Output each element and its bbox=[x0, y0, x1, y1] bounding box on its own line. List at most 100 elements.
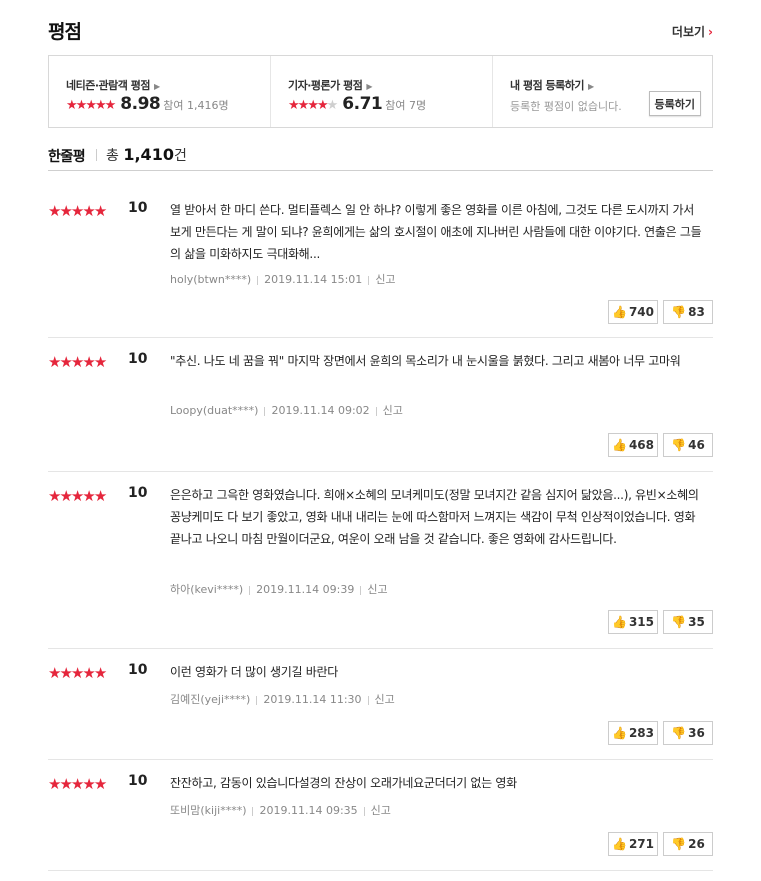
review-text: 은은하고 그윽한 영화였습니다. 희애×소혜의 모녀케미도(정말 모녀지간 같음… bbox=[170, 488, 699, 546]
report-link[interactable]: 신고 bbox=[383, 404, 403, 417]
star-icon: ★ bbox=[59, 775, 73, 793]
star-icon: ★ bbox=[82, 775, 96, 793]
review-text: 잔잔하고, 감동이 있습니다설경의 잔상이 오래가네요군더더기 없는 영화 bbox=[170, 776, 517, 790]
thumb-down-icon: 👎 bbox=[671, 305, 687, 319]
caret-right-icon: ▶ bbox=[588, 82, 594, 91]
review-user[interactable]: 김예진(yeji****) bbox=[170, 693, 250, 706]
review-item: ★★★★★ 10 이런 영화가 더 많이 생기길 바란다 김예진(yeji***… bbox=[48, 649, 713, 760]
dislike-button[interactable]: 👎 36 bbox=[663, 721, 713, 745]
caret-right-icon: ▶ bbox=[153, 82, 160, 91]
more-label: 더보기 bbox=[671, 25, 706, 39]
star-icon: ★ bbox=[70, 353, 85, 371]
star-half-icon: ★ bbox=[104, 98, 117, 113]
divider bbox=[96, 149, 97, 161]
review-date: 2019.11.14 09:02 bbox=[271, 404, 370, 417]
star-icon: ★ bbox=[93, 353, 108, 371]
star-icon: ★ bbox=[93, 202, 108, 220]
star-icon: ★ bbox=[93, 487, 108, 505]
review-meta: 하아(kevi****) 2019.11.14 09:39 신고 bbox=[170, 581, 388, 597]
rating-summary-box: 네티즌·관람객 평점 ▶ ★★★★★ 8.98 참여 1,416명 기자·평론가 평점… bbox=[48, 55, 713, 128]
review-date: 2019.11.14 09:35 bbox=[259, 804, 358, 817]
star-half-icon: ★ bbox=[316, 98, 329, 113]
review-score: 10 bbox=[128, 351, 148, 367]
dislike-button[interactable]: 👎 83 bbox=[663, 300, 713, 324]
star-icon: ★ bbox=[59, 487, 73, 505]
section-header: 평점 더보기 › bbox=[48, 0, 713, 56]
star-icon: ★ bbox=[82, 202, 96, 220]
star-icon: ★ bbox=[93, 664, 108, 682]
dislike-button[interactable]: 👎 46 bbox=[663, 433, 713, 457]
star-icon: ★ bbox=[297, 98, 310, 113]
report-link[interactable]: 신고 bbox=[375, 273, 395, 286]
audience-count: 참여 1,416명 bbox=[163, 99, 229, 112]
review-user[interactable]: holy(btwn****) bbox=[170, 273, 251, 286]
star-icon: ★ bbox=[82, 664, 96, 682]
report-link[interactable]: 신고 bbox=[371, 804, 391, 817]
report-link[interactable]: 신고 bbox=[367, 583, 387, 596]
report-link[interactable]: 신고 bbox=[375, 693, 395, 706]
like-button[interactable]: 👍 468 bbox=[608, 433, 658, 457]
thumb-down-icon: 👎 bbox=[671, 726, 687, 740]
divider bbox=[252, 806, 254, 816]
review-stars: ★★★★★ bbox=[48, 486, 108, 505]
register-rating-button[interactable]: 등록하기 bbox=[648, 91, 701, 116]
like-button[interactable]: 👍 740 bbox=[608, 300, 658, 324]
review-date: 2019.11.14 15:01 bbox=[264, 273, 363, 286]
star-icon: ★ bbox=[82, 487, 96, 505]
review-list-title: 한줄평 bbox=[48, 149, 86, 165]
chevron-right-icon: › bbox=[708, 25, 713, 39]
audience-rating[interactable]: 네티즌·관람객 평점 ▶ ★★★★★ 8.98 참여 1,416명 bbox=[49, 56, 269, 127]
audience-rating-label[interactable]: 네티즌·관람객 평점 ▶ bbox=[66, 77, 160, 93]
section-title: 평점 bbox=[48, 21, 82, 43]
review-user[interactable]: 하아(kevi****) bbox=[170, 583, 243, 596]
review-text: "추신. 나도 네 꿈을 꿔" 마지막 장면에서 윤희의 목소리가 내 눈시울을… bbox=[170, 354, 681, 368]
thumb-up-icon: 👍 bbox=[611, 305, 627, 319]
divider bbox=[264, 406, 266, 416]
review-item: ★★★★★ 10 "추신. 나도 네 꿈을 꿔" 마지막 장면에서 윤희의 목소… bbox=[48, 338, 713, 472]
divider bbox=[256, 695, 258, 705]
star-icon: ★ bbox=[59, 664, 73, 682]
star-icon: ★ bbox=[82, 353, 96, 371]
critic-rating[interactable]: 기자·평론가 평점 ▶ ★★★★★ 6.71 참여 7명 bbox=[270, 56, 493, 127]
review-score: 10 bbox=[128, 485, 148, 501]
star-icon: ★ bbox=[59, 353, 73, 371]
review-meta: 김예진(yeji****) 2019.11.14 11:30 신고 bbox=[170, 691, 395, 707]
dislike-button[interactable]: 👎 26 bbox=[663, 832, 713, 856]
rating-section: 평점 더보기 › 네티즌·관람객 평점 ▶ ★★★★★ 8.98 참여 1,416명 기… bbox=[48, 0, 713, 871]
my-rating-note: 등록한 평점이 없습니다. bbox=[510, 100, 622, 113]
more-link[interactable]: 더보기 › bbox=[672, 23, 713, 40]
dislike-button[interactable]: 👎 35 bbox=[663, 610, 713, 634]
star-icon: ★ bbox=[48, 353, 62, 371]
review-user[interactable]: 또비맘(kiji****) bbox=[170, 804, 246, 817]
star-icon: ★ bbox=[48, 775, 62, 793]
thumb-up-icon: 👍 bbox=[611, 615, 627, 629]
critic-rating-label[interactable]: 기자·평론가 평점 ▶ bbox=[288, 77, 372, 93]
my-rating-label[interactable]: 내 평점 등록하기 ▶ bbox=[510, 77, 594, 93]
star-icon: ★ bbox=[70, 775, 85, 793]
thumb-down-icon: 👎 bbox=[671, 615, 687, 629]
thumb-up-icon: 👍 bbox=[611, 837, 627, 851]
review-stars: ★★★★★ bbox=[48, 663, 108, 682]
divider bbox=[368, 275, 370, 285]
review-list-header: 한줄평 총 1,410건 bbox=[48, 143, 713, 171]
audience-score: 8.98 bbox=[120, 94, 161, 114]
divider bbox=[367, 695, 369, 705]
review-text: 열 받아서 한 마디 쓴다. 멀티플렉스 일 안 하냐? 이렇게 좋은 영화를 … bbox=[170, 203, 702, 261]
review-meta: 또비맘(kiji****) 2019.11.14 09:35 신고 bbox=[170, 802, 391, 818]
like-button[interactable]: 👍 271 bbox=[608, 832, 658, 856]
star-icon: ★ bbox=[75, 98, 88, 113]
critic-score: 6.71 bbox=[342, 94, 383, 114]
like-button[interactable]: 👍 315 bbox=[608, 610, 658, 634]
star-icon: ★ bbox=[85, 98, 97, 113]
thumb-down-icon: 👎 bbox=[671, 438, 687, 452]
divider bbox=[257, 275, 259, 285]
critic-stars: ★★★★★ 6.71 참여 7명 bbox=[288, 94, 426, 114]
like-button[interactable]: 👍 283 bbox=[608, 721, 658, 745]
review-meta: holy(btwn****) 2019.11.14 15:01 신고 bbox=[170, 271, 396, 287]
audience-stars: ★★★★★ 8.98 참여 1,416명 bbox=[66, 94, 229, 114]
divider bbox=[375, 406, 377, 416]
review-user[interactable]: Loopy(duat****) bbox=[170, 404, 258, 417]
review-total-count: 1,410 bbox=[123, 145, 174, 164]
caret-right-icon: ▶ bbox=[366, 82, 373, 91]
review-score: 10 bbox=[128, 773, 148, 789]
